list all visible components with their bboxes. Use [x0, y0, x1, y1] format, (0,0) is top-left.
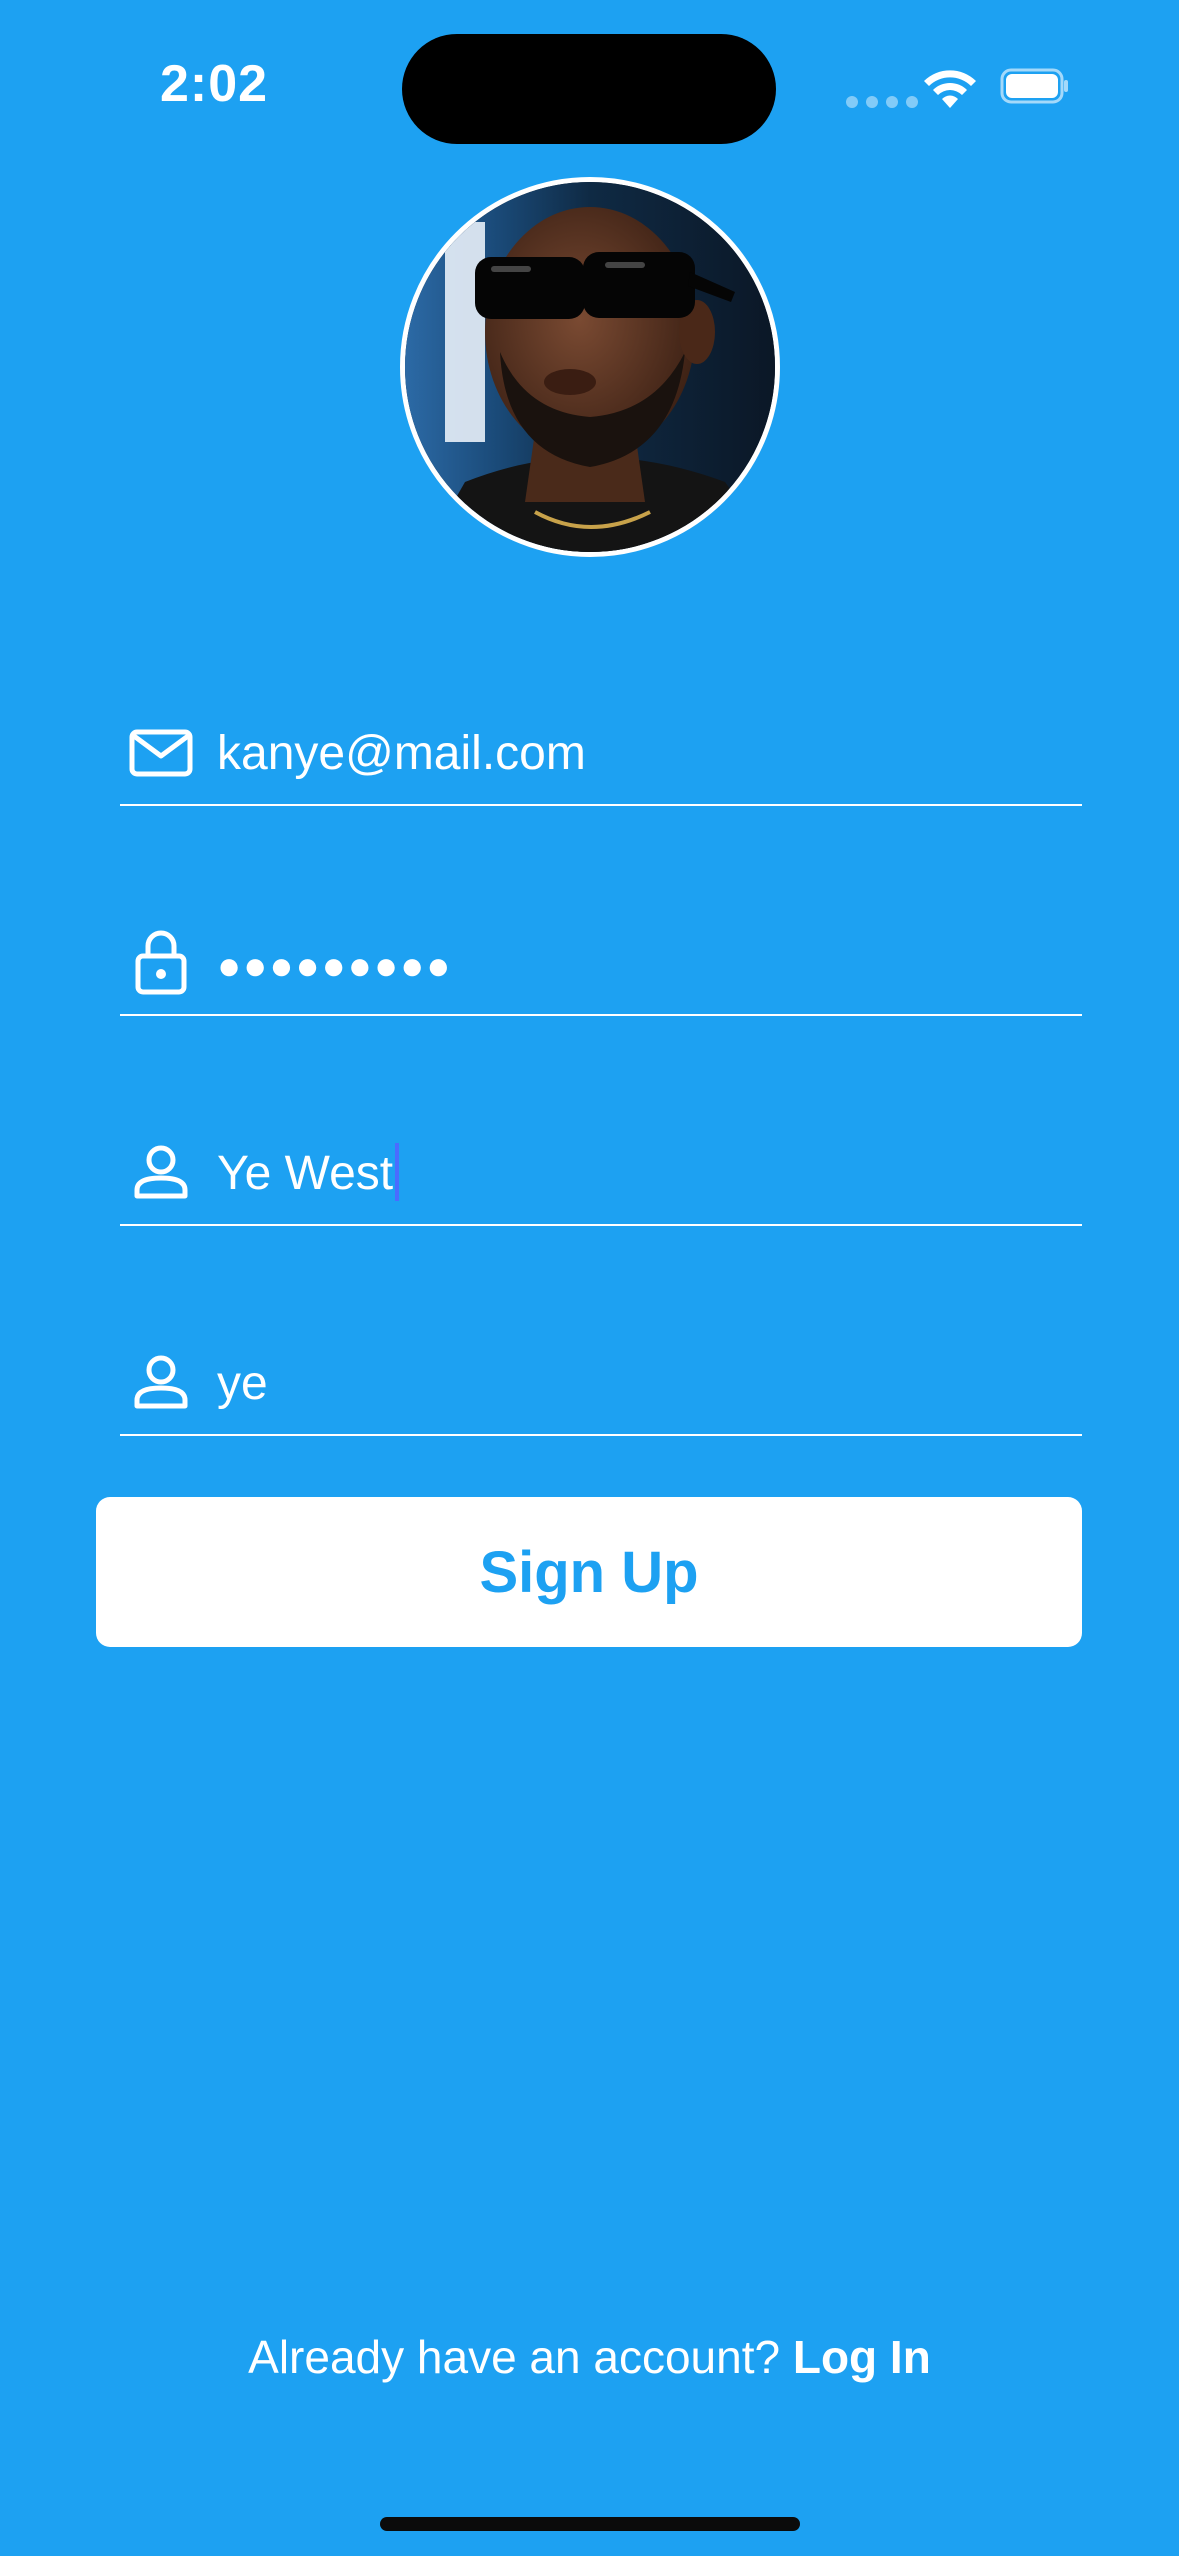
home-indicator [380, 2517, 800, 2531]
person-icon [134, 1355, 188, 1409]
person-icon [134, 1145, 188, 1199]
fullname-field[interactable]: Ye West [120, 1116, 1082, 1226]
username-input[interactable]: ye [217, 1356, 268, 1412]
fullname-text: Ye West [217, 1147, 394, 1200]
cellular-signal-icon [846, 96, 918, 108]
sign-up-button[interactable]: Sign Up [96, 1497, 1082, 1647]
profile-avatar[interactable] [400, 177, 780, 557]
email-input[interactable]: kanye@mail.com [217, 726, 586, 782]
dynamic-island [402, 34, 776, 144]
login-prompt: Already have an account? Log In [0, 2330, 1179, 2384]
login-prompt-text: Already have an account? [248, 2331, 781, 2383]
password-input[interactable]: ●●●●●●●●● [217, 938, 452, 994]
email-field[interactable]: kanye@mail.com [120, 696, 1082, 806]
envelope-icon [129, 729, 193, 777]
username-field[interactable]: ye [120, 1326, 1082, 1436]
lock-icon [135, 930, 187, 995]
wifi-icon [924, 70, 976, 108]
password-field[interactable]: ●●●●●●●●● [120, 906, 1082, 1016]
status-time: 2:02 [160, 55, 269, 113]
fullname-input[interactable]: Ye West [217, 1143, 400, 1205]
text-cursor [395, 1143, 400, 1202]
profile-photo [405, 182, 775, 552]
login-link[interactable]: Log In [793, 2331, 931, 2383]
battery-icon [1000, 68, 1068, 104]
